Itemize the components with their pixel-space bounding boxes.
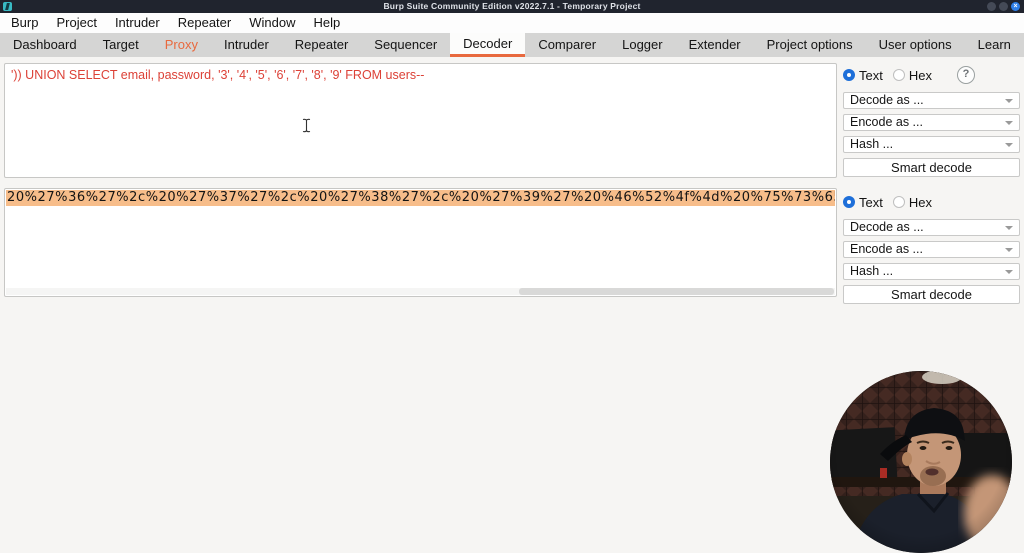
input-hash-dropdown[interactable]: Hash ... [843,136,1020,153]
help-icon[interactable]: ? [957,66,975,84]
tab-decoder[interactable]: Decoder [450,33,526,57]
tab-dashboard[interactable]: Dashboard [0,33,90,57]
menu-repeater[interactable]: Repeater [169,13,240,33]
tab-intruder[interactable]: Intruder [211,33,282,57]
output-text-radio[interactable] [843,196,855,208]
input-decode-as-dropdown[interactable]: Decode as ... [843,92,1020,109]
output-encode-as-dropdown[interactable]: Encode as ... [843,241,1020,258]
chevron-down-icon [1005,270,1013,274]
tab-sequencer[interactable]: Sequencer [361,33,450,57]
horizontal-scrollbar-thumb[interactable] [518,288,834,295]
chevron-down-icon [1005,121,1013,125]
menu-burp[interactable]: Burp [2,13,47,33]
chevron-down-icon [1005,143,1013,147]
output-hex-radio[interactable] [892,196,905,208]
output-hash-label: Hash ... [850,264,894,278]
menu-bar: Burp Project Intruder Repeater Window He… [0,13,1024,33]
decoder-input-text: ')) UNION SELECT email, password, '3', '… [11,68,425,82]
menu-project[interactable]: Project [47,13,105,33]
input-encode-as-label: Encode as ... [850,115,923,129]
input-controls: Text Hex ? Decode as ... Encode as ... H… [843,66,1020,177]
output-smart-decode-button[interactable]: Smart decode [843,285,1020,304]
output-encode-as-label: Encode as ... [850,242,923,256]
burp-app-icon [3,2,12,11]
output-text-radio-label[interactable]: Text [859,195,883,210]
text-cursor-icon [302,118,311,133]
tab-extender[interactable]: Extender [676,33,754,57]
tab-proxy[interactable]: Proxy [152,33,211,57]
maximize-button[interactable] [999,2,1008,11]
chevron-down-icon [1005,99,1013,103]
tab-target[interactable]: Target [90,33,152,57]
decoder-output-area[interactable]: 20%27%36%27%2c%20%27%37%27%2c%20%27%38%2… [4,188,837,297]
decoder-input-area[interactable]: ')) UNION SELECT email, password, '3', '… [4,63,837,178]
close-button[interactable]: × [1011,2,1020,11]
tab-logger[interactable]: Logger [609,33,675,57]
minimize-button[interactable] [987,2,996,11]
menu-window[interactable]: Window [240,13,304,33]
webcam-scene [830,371,1012,553]
tab-comparer[interactable]: Comparer [525,33,609,57]
output-decode-as-label: Decode as ... [850,220,924,234]
output-controls: Text Hex Decode as ... Encode as ... Has… [843,195,1020,304]
tab-learn[interactable]: Learn [965,33,1024,57]
decoder-output-highlighted-text: 20%27%36%27%2c%20%27%37%27%2c%20%27%38%2… [6,190,835,206]
title-bar: Burp Suite Community Edition v2022.7.1 -… [0,0,1024,13]
tab-project-options[interactable]: Project options [754,33,866,57]
main-tab-bar: Dashboard Target Proxy Intruder Repeater… [0,33,1024,57]
horizontal-scrollbar [6,288,835,295]
menu-help[interactable]: Help [304,13,349,33]
output-hex-radio-label[interactable]: Hex [909,195,932,210]
menu-intruder[interactable]: Intruder [106,13,169,33]
decoder-content: ')) UNION SELECT email, password, '3', '… [0,57,1024,553]
tab-user-options[interactable]: User options [866,33,965,57]
input-smart-decode-button[interactable]: Smart decode [843,158,1020,177]
input-encode-as-dropdown[interactable]: Encode as ... [843,114,1020,131]
input-hex-radio[interactable] [892,69,905,81]
input-hash-label: Hash ... [850,137,894,151]
input-decode-as-label: Decode as ... [850,93,924,107]
webcam-overlay [830,371,1012,553]
chevron-down-icon [1005,226,1013,230]
window-title: Burp Suite Community Edition v2022.7.1 -… [383,1,641,11]
input-text-radio[interactable] [843,69,855,81]
output-decode-as-dropdown[interactable]: Decode as ... [843,219,1020,236]
tab-repeater[interactable]: Repeater [282,33,361,57]
input-hex-radio-label[interactable]: Hex [909,68,932,83]
output-hash-dropdown[interactable]: Hash ... [843,263,1020,280]
chevron-down-icon [1005,248,1013,252]
input-text-radio-label[interactable]: Text [859,68,883,83]
